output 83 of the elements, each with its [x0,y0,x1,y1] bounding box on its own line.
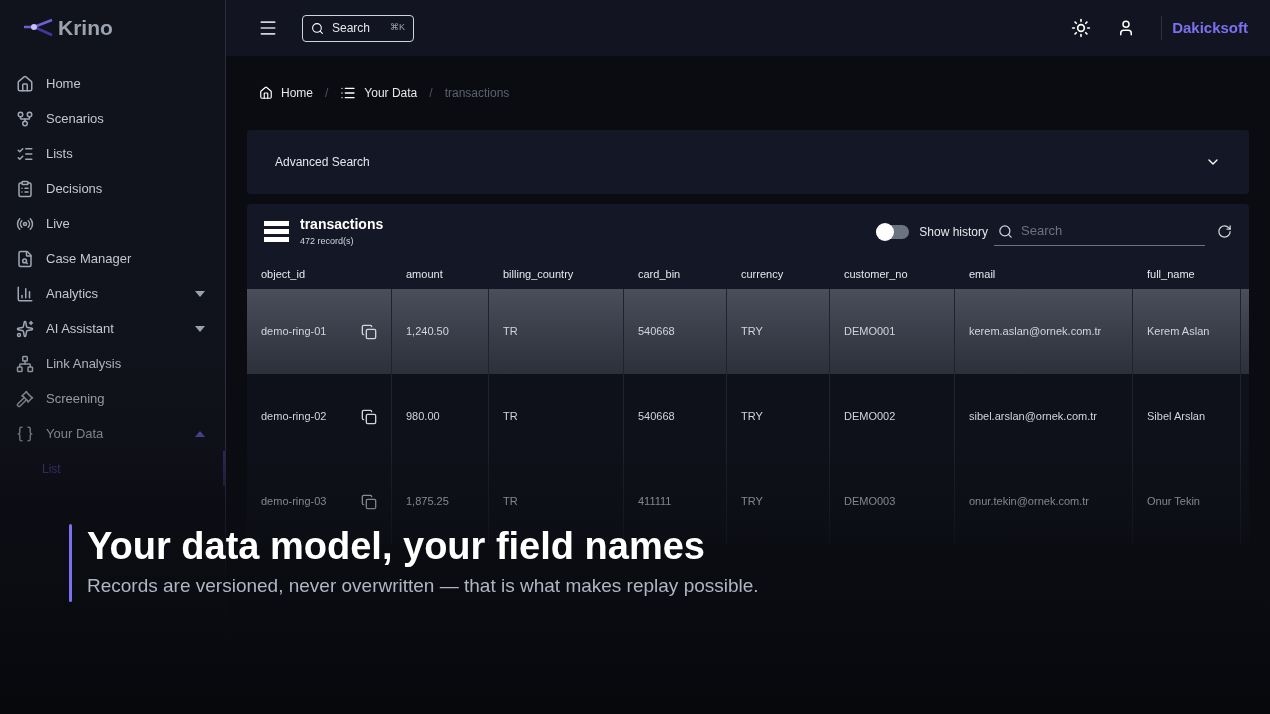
table-cell-text: kerem.aslan@ornek.com.tr [969,324,1102,340]
table-cell-text: TRY [741,324,763,340]
history-toggle[interactable] [876,224,910,239]
column-header[interactable]: customer_no [830,265,955,283]
copy-icon[interactable] [361,493,377,510]
table-cell-text: onur.tekin@ornek.com.tr [969,494,1089,510]
table-search-field[interactable]: Search [994,217,1205,246]
table-cell-text: demo-ring-02 [261,409,327,425]
menu-icon[interactable] [258,18,278,38]
search-placeholder: Search [332,20,371,37]
table-cell-text: DEMO001 [844,324,896,340]
table-cell-text: TR [503,409,518,425]
sidebar-item[interactable]: Scenarios [0,101,225,136]
table-row[interactable]: demo-ring-02 980.00 TR 540668 TRY DEMO002 sibel.arslan@ornek.com.tr Sibel Arslan [247,374,1249,459]
table-cell-text: DEMO003 [844,494,896,510]
breadcrumb-link[interactable]: Home [281,84,313,102]
table-cell-text: TR [503,494,518,510]
gavel-icon [16,389,34,408]
search-field[interactable]: Search ⌘K [302,14,414,42]
clipboard-icon [16,179,34,198]
breadcrumb-separator: / [429,85,433,102]
theme-icon[interactable] [1071,18,1092,38]
home-icon [16,74,34,93]
fork-icon [16,109,34,128]
table-cell-text: TRY [741,494,763,510]
table-cell-text: TR [503,324,518,340]
column-header[interactable]: full_name [1133,265,1241,283]
sidebar-item[interactable]: Link Analysis [0,346,225,381]
logo-icon [22,18,54,38]
sidebar-item[interactable]: Lists [0,136,225,171]
caption-subtitle: Records are versioned, never overwritten — that is what makes replay possible. [87,573,759,598]
list-icon [340,85,357,101]
column-header[interactable]: currency [727,265,830,283]
table-icon [264,220,289,243]
column-header[interactable]: email [955,265,1133,283]
table-cell-text: demo-ring-01 [261,324,327,340]
home-icon [259,86,273,100]
search-icon [311,21,324,35]
table-cell-text: DEMO002 [844,409,896,425]
copy-icon[interactable] [361,408,377,425]
table-title: transactions [300,215,384,235]
breadcrumb-link[interactable]: Your Data [364,84,418,102]
column-header[interactable]: card_bin [624,265,727,283]
network-icon [16,354,34,373]
sidebar-item[interactable]: Live [0,206,225,241]
brand-name: Krino [58,15,113,42]
sparkles-icon [16,319,34,338]
record-count: 472 record(s) [300,235,355,249]
table-cell-text: 411111 [638,494,672,510]
sidebar-item[interactable]: Decisions [0,171,225,206]
sidebar-item[interactable]: Your Data [0,416,225,451]
column-header[interactable]: amount [392,265,489,283]
shortcut-label: ⌘K [390,21,405,35]
table-cell-text: TRY [741,409,763,425]
advanced-search-panel[interactable]: Advanced Search [247,130,1249,194]
sidebar-item[interactable]: Case Manager [0,241,225,276]
breadcrumb-separator: / [325,85,329,102]
table-cell-text: 540668 [638,324,675,340]
copy-icon[interactable] [361,323,377,340]
table-cell-text: 1,875.25 [406,494,449,510]
table-cell-text: 1,240.50 [406,324,449,340]
table-cell-text: Onur Tekin [1147,494,1200,510]
sidebar-item[interactable]: Analytics [0,276,225,311]
table-cell-text: Sibel Arslan [1147,409,1206,425]
refresh-icon[interactable] [1217,224,1232,239]
bar-chart-icon [16,284,34,303]
table-cell-text: 980.00 [406,409,440,425]
org-name[interactable]: Dakicksoft [1172,16,1248,40]
sidebar-item[interactable]: Screening [0,381,225,416]
table-cell-text: sibel.arslan@ornek.com.tr [969,409,1097,425]
column-header[interactable]: billing_country [489,265,624,283]
sidebar-item[interactable]: AI Assistant [0,311,225,346]
sidebar-item[interactable]: Home [0,66,225,101]
table-cell-text: Kerem Aslan [1147,324,1210,340]
table-cell-text: 540668 [638,409,675,425]
braces-icon [16,424,34,443]
column-header[interactable]: object_id [247,265,392,283]
search-icon [998,223,1013,239]
breadcrumb-current: transactions [444,85,510,102]
table-row[interactable]: demo-ring-01 1,240.50 TR 540668 TRY DEMO001 kerem.aslan@ornek.com.tr Kerem Aslan [247,289,1249,374]
document-search-icon [16,249,34,268]
table-cell-text: demo-ring-03 [261,494,327,510]
toggle-label: Show history [919,223,988,241]
